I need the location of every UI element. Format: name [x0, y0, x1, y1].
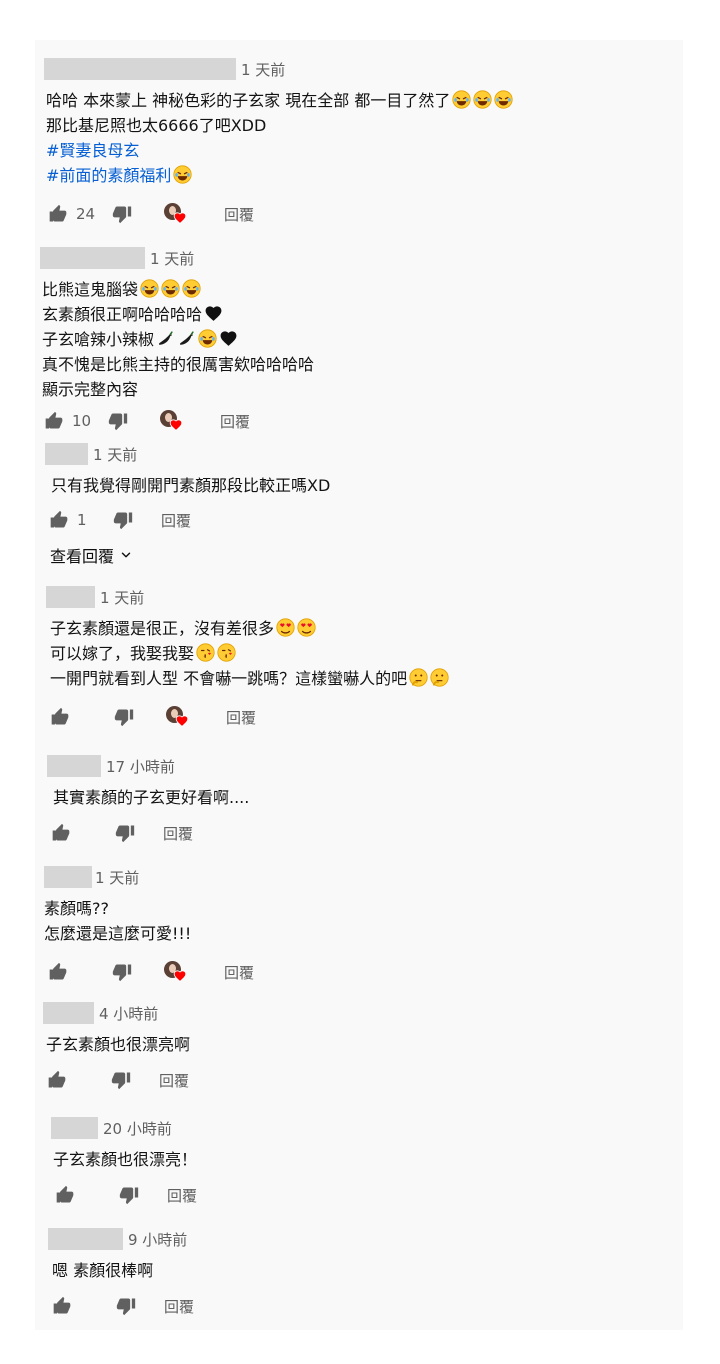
like-count: 24 — [76, 205, 96, 223]
author-name-redacted[interactable] — [46, 586, 95, 608]
author-name-redacted[interactable] — [45, 443, 88, 465]
reply-button[interactable]: 回覆 — [164, 1296, 194, 1317]
author-name-redacted[interactable] — [44, 58, 236, 80]
black-heart-emoji — [219, 329, 238, 348]
comment-timestamp[interactable]: 1 天前 — [93, 444, 137, 465]
author-name-redacted[interactable] — [40, 247, 145, 269]
hashtag-link[interactable]: #賢妻良母玄 — [46, 138, 513, 163]
thumb-down-icon[interactable] — [108, 411, 128, 431]
author-name-redacted[interactable] — [44, 866, 92, 888]
thumb-up-icon[interactable] — [47, 1070, 67, 1090]
thinking-emoji — [430, 668, 449, 687]
thumb-up-icon[interactable] — [52, 1296, 72, 1316]
thumb-up-icon[interactable] — [44, 411, 64, 431]
heart-icon — [173, 969, 187, 983]
reply-button[interactable]: 回覆 — [224, 962, 254, 983]
thumb-down-icon[interactable] — [113, 510, 133, 530]
like-count: 1 — [77, 511, 87, 529]
comment-item: 1 天前 子玄素顏還是很正，沒有差很多 可以嫁了，我娶我娶 一開門就看到人型 不… — [46, 586, 666, 736]
comment-timestamp[interactable]: 1 天前 — [150, 248, 194, 269]
thumb-down-icon[interactable] — [112, 962, 132, 982]
comment-text: 素顏嗎?? 怎麼還是這麼可愛!!! — [44, 899, 192, 943]
comment-text: 子玄素顏也很漂亮啊 — [46, 1035, 191, 1054]
comment-item: 1 天前 哈哈 本來蒙上 神秘色彩的子玄家 現在全部 都一目了然了 那比基尼照也… — [44, 58, 664, 233]
thumb-up-icon[interactable] — [49, 510, 69, 530]
thumb-up-icon[interactable] — [50, 707, 70, 727]
reply-button[interactable]: 回覆 — [220, 411, 250, 432]
laughing-emoji — [473, 90, 492, 109]
reply-button[interactable]: 回覆 — [226, 707, 256, 728]
comment-item: 9 小時前 嗯 素顏很棒啊 回覆 — [48, 1228, 668, 1328]
black-heart-emoji — [204, 304, 223, 323]
comment-item: 17 小時前 其實素顏的子玄更好看啊.... 回覆 — [47, 755, 667, 855]
comment-item: 1 天前 比熊這鬼腦袋 玄素顏很正啊哈哈哈哈 子玄嗆辣小辣椒 真不愧是比熊主持的… — [40, 247, 660, 437]
comment-timestamp[interactable]: 17 小時前 — [106, 756, 175, 777]
thumb-down-icon[interactable] — [111, 1070, 131, 1090]
comment-timestamp[interactable]: 1 天前 — [95, 867, 139, 888]
comment-timestamp[interactable]: 20 小時前 — [103, 1118, 172, 1139]
comment-timestamp[interactable]: 4 小時前 — [99, 1003, 158, 1024]
reply-button[interactable]: 回覆 — [224, 204, 254, 225]
comment-timestamp[interactable]: 1 天前 — [100, 587, 144, 608]
comment-text: 只有我覺得剛開門素顏那段比較正嗎XD — [51, 476, 331, 495]
chevron-down-icon — [119, 548, 133, 562]
reply-button[interactable]: 回覆 — [159, 1070, 189, 1091]
thinking-emoji — [409, 668, 428, 687]
comment-item: 1 天前 只有我覺得剛開門素顏那段比較正嗎XD 1 回覆 查看回覆 — [45, 443, 665, 573]
comment-timestamp[interactable]: 9 小時前 — [128, 1229, 187, 1250]
comment-text: 嗯 素顏很棒啊 — [52, 1261, 154, 1280]
thumb-down-icon[interactable] — [116, 1296, 136, 1316]
reply-button[interactable]: 回覆 — [163, 823, 193, 844]
author-name-redacted[interactable] — [47, 755, 101, 777]
hashtag-link[interactable]: #前面的素顏福利 — [46, 166, 171, 185]
reply-button[interactable]: 回覆 — [161, 510, 191, 531]
laughing-emoji — [198, 329, 217, 348]
laughing-emoji — [161, 279, 180, 298]
laughing-emoji — [182, 279, 201, 298]
laughing-emoji — [173, 165, 192, 184]
comment-text: 子玄素顏還是很正，沒有差很多 可以嫁了，我娶我娶 一開門就看到人型 不會嚇一跳嗎… — [50, 616, 449, 691]
creator-heart-badge — [164, 961, 184, 983]
comment-text: 子玄素顏也很漂亮！ — [53, 1150, 198, 1169]
heart-icon — [173, 211, 187, 225]
author-name-redacted[interactable] — [43, 1002, 94, 1024]
comment-timestamp[interactable]: 1 天前 — [241, 59, 285, 80]
thumb-down-icon[interactable] — [114, 707, 134, 727]
show-full-content-link[interactable]: 顯示完整內容 — [42, 377, 314, 402]
creator-heart-badge — [164, 203, 184, 225]
thumb-down-icon[interactable] — [115, 823, 135, 843]
thumb-down-icon[interactable] — [119, 1185, 139, 1205]
creator-heart-badge — [160, 410, 180, 432]
heart-icon — [175, 714, 189, 728]
like-count: 10 — [72, 412, 92, 430]
author-name-redacted[interactable] — [48, 1228, 123, 1250]
kissing-emoji — [196, 643, 215, 662]
reply-button[interactable]: 回覆 — [167, 1185, 197, 1206]
comment-text: 其實素顏的子玄更好看啊.... — [53, 788, 250, 807]
laughing-emoji — [452, 90, 471, 109]
comment-text: 哈哈 本來蒙上 神秘色彩的子玄家 現在全部 都一目了然了 那比基尼照也太6666… — [46, 88, 513, 188]
heart-icon — [169, 418, 183, 432]
laughing-emoji — [494, 90, 513, 109]
thumb-down-icon[interactable] — [112, 204, 132, 224]
creator-heart-badge — [166, 706, 186, 728]
thumb-up-icon[interactable] — [48, 204, 68, 224]
thumb-up-icon[interactable] — [48, 962, 68, 982]
thumb-up-icon[interactable] — [51, 823, 71, 843]
comments-panel: 1 天前 哈哈 本來蒙上 神秘色彩的子玄家 現在全部 都一目了然了 那比基尼照也… — [35, 40, 683, 1330]
comment-item: 1 天前 素顏嗎?? 怎麼還是這麼可愛!!! 回覆 — [44, 866, 664, 991]
heart-eyes-emoji — [297, 618, 316, 637]
laughing-emoji — [140, 279, 159, 298]
comment-item: 20 小時前 子玄素顏也很漂亮！ 回覆 — [51, 1117, 671, 1217]
hot-pepper-emoji — [177, 329, 196, 348]
comment-item: 4 小時前 子玄素顏也很漂亮啊 回覆 — [43, 1002, 663, 1102]
comment-text: 比熊這鬼腦袋 玄素顏很正啊哈哈哈哈 子玄嗆辣小辣椒 真不愧是比熊主持的很厲害欸哈… — [42, 277, 314, 402]
heart-eyes-emoji — [276, 618, 295, 637]
author-name-redacted[interactable] — [51, 1117, 98, 1139]
hot-pepper-emoji — [156, 329, 175, 348]
thumb-up-icon[interactable] — [55, 1185, 75, 1205]
kissing-emoji — [217, 643, 236, 662]
view-replies-button[interactable]: 查看回覆 — [50, 543, 133, 567]
